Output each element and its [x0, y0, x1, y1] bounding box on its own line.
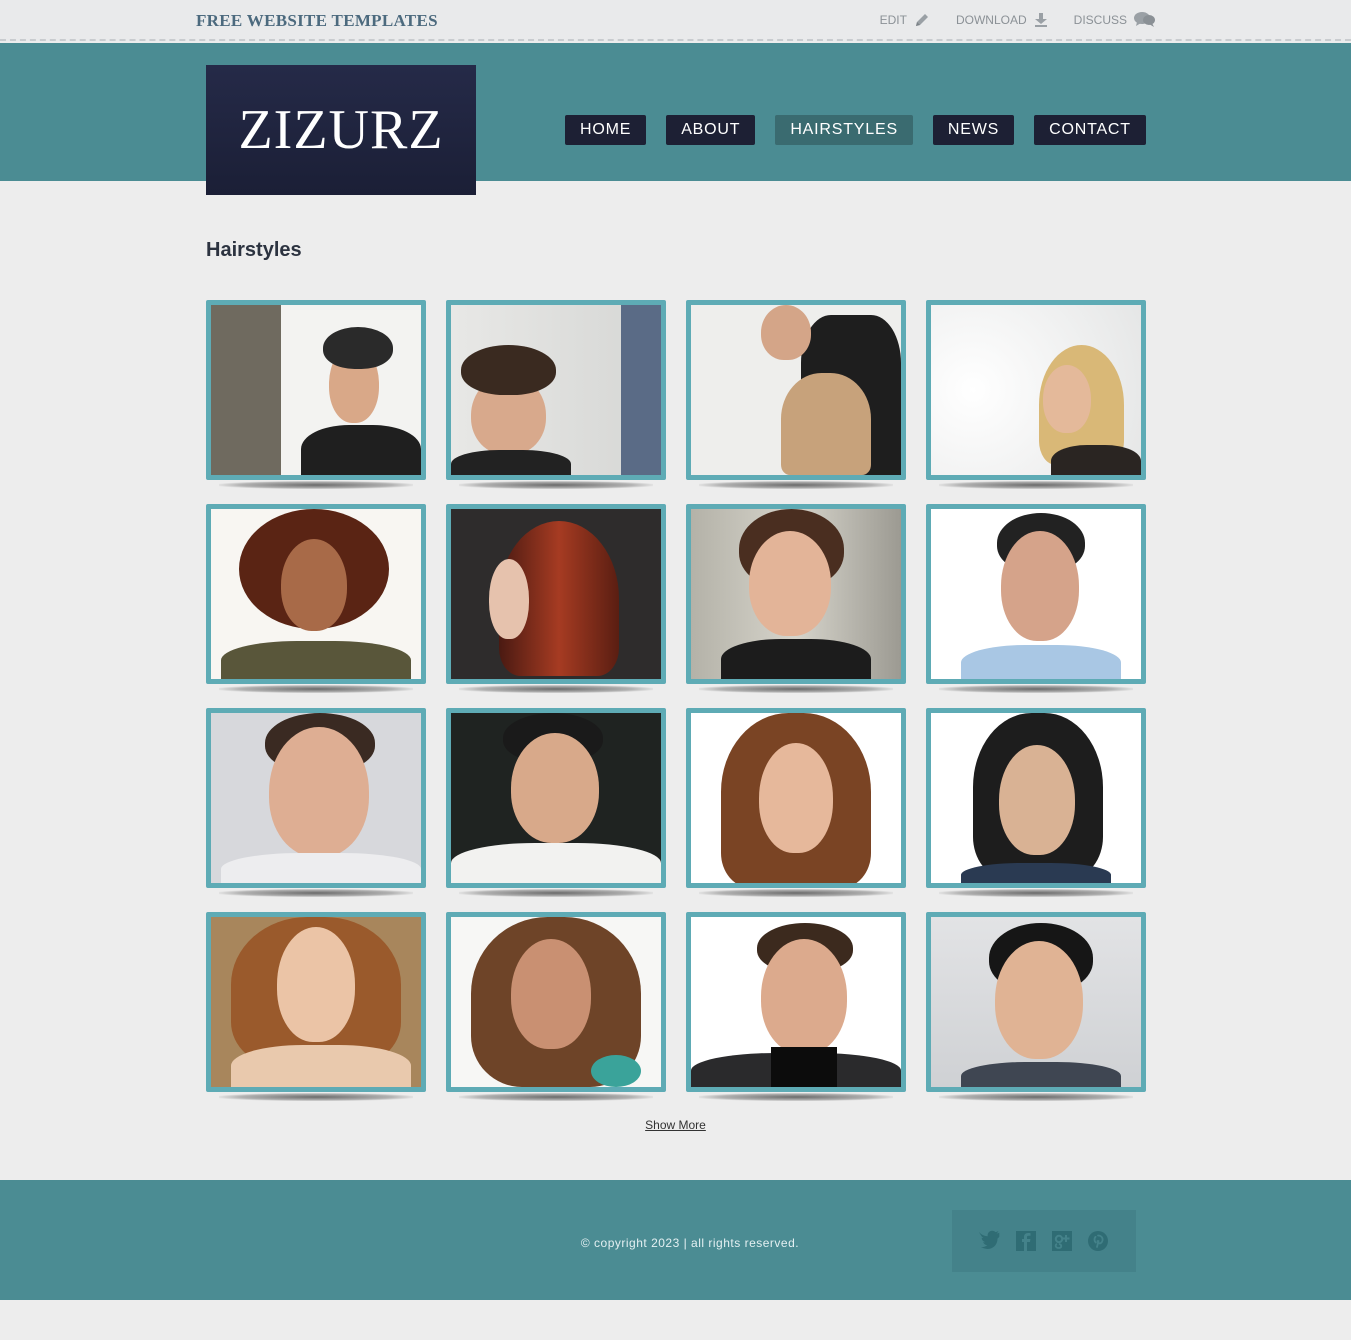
gallery-photo [211, 713, 421, 883]
facebook-icon[interactable] [1015, 1230, 1037, 1252]
discuss-link[interactable]: DISCUSS [1074, 11, 1156, 28]
gallery-photo [451, 509, 661, 679]
gallery-thumb-10[interactable] [446, 708, 666, 897]
google-plus-icon[interactable] [1051, 1230, 1073, 1252]
gallery-photo [211, 509, 421, 679]
gallery-photo [691, 917, 901, 1087]
show-more-wrap: Show More [0, 1116, 1351, 1134]
gallery-thumb-16[interactable] [926, 912, 1146, 1101]
main-nav: HOME ABOUT HAIRSTYLES NEWS CONTACT [565, 115, 1146, 145]
gallery-photo [691, 305, 901, 475]
gallery-thumb-8[interactable] [926, 504, 1146, 693]
gallery-thumb-14[interactable] [446, 912, 666, 1101]
gallery-photo [931, 305, 1141, 475]
page-title: Hairstyles [206, 239, 302, 261]
gallery-photo [211, 305, 421, 475]
top-bar: FREE WEBSITE TEMPLATES EDIT DOWNLOAD DIS… [0, 0, 1351, 41]
gallery-photo [451, 713, 661, 883]
discuss-link-label: DISCUSS [1073, 12, 1127, 27]
gallery-photo [691, 509, 901, 679]
gallery-photo [931, 917, 1141, 1087]
site-footer: © copyright 2023 | all rights reserved. [0, 1180, 1351, 1300]
nav-hairstyles[interactable]: HAIRSTYLES [775, 115, 913, 145]
gallery-thumb-2[interactable] [446, 300, 666, 489]
gallery-photo [451, 305, 661, 475]
templates-brand[interactable]: FREE WEBSITE TEMPLATES [196, 11, 438, 31]
gallery-thumb-7[interactable] [686, 504, 906, 693]
show-more-link[interactable]: Show More [645, 1118, 706, 1132]
gallery-thumb-13[interactable] [206, 912, 426, 1101]
gallery-thumb-9[interactable] [206, 708, 426, 897]
pinterest-icon[interactable] [1087, 1230, 1109, 1252]
gallery-photo [451, 917, 661, 1087]
download-icon [1034, 12, 1047, 27]
site-header: ZIZURZ HOME ABOUT HAIRSTYLES NEWS CONTAC… [0, 43, 1351, 195]
logo-text: ZIZURZ [238, 99, 444, 161]
speech-bubbles-icon [1134, 12, 1155, 27]
social-links [952, 1210, 1136, 1272]
download-link[interactable]: DOWNLOAD [956, 11, 1048, 28]
gallery-thumb-6[interactable] [446, 504, 666, 693]
nav-about[interactable]: ABOUT [666, 115, 756, 145]
gallery-thumb-3[interactable] [686, 300, 906, 489]
gallery-thumb-4[interactable] [926, 300, 1146, 489]
gallery-photo [931, 509, 1141, 679]
gallery-thumb-15[interactable] [686, 912, 906, 1101]
gallery-photo [211, 917, 421, 1087]
nav-contact[interactable]: CONTACT [1034, 115, 1146, 145]
pencil-icon [915, 13, 928, 26]
edit-link[interactable]: EDIT [880, 11, 930, 28]
gallery-thumb-11[interactable] [686, 708, 906, 897]
gallery-thumb-1[interactable] [206, 300, 426, 489]
top-links: EDIT DOWNLOAD DISCUSS [880, 11, 1156, 28]
gallery-photo [931, 713, 1141, 883]
gallery-thumb-5[interactable] [206, 504, 426, 693]
gallery-thumb-12[interactable] [926, 708, 1146, 897]
gallery-photo [691, 713, 901, 883]
download-link-label: DOWNLOAD [955, 12, 1027, 27]
site-logo[interactable]: ZIZURZ [206, 65, 476, 195]
edit-link-label: EDIT [879, 12, 907, 27]
twitter-icon[interactable] [978, 1230, 1001, 1252]
nav-home[interactable]: HOME [565, 115, 647, 145]
nav-news[interactable]: NEWS [932, 115, 1015, 145]
copyright-text: © copyright 2023 | all rights reserved. [580, 1236, 800, 1250]
hairstyle-gallery [206, 300, 1146, 1101]
